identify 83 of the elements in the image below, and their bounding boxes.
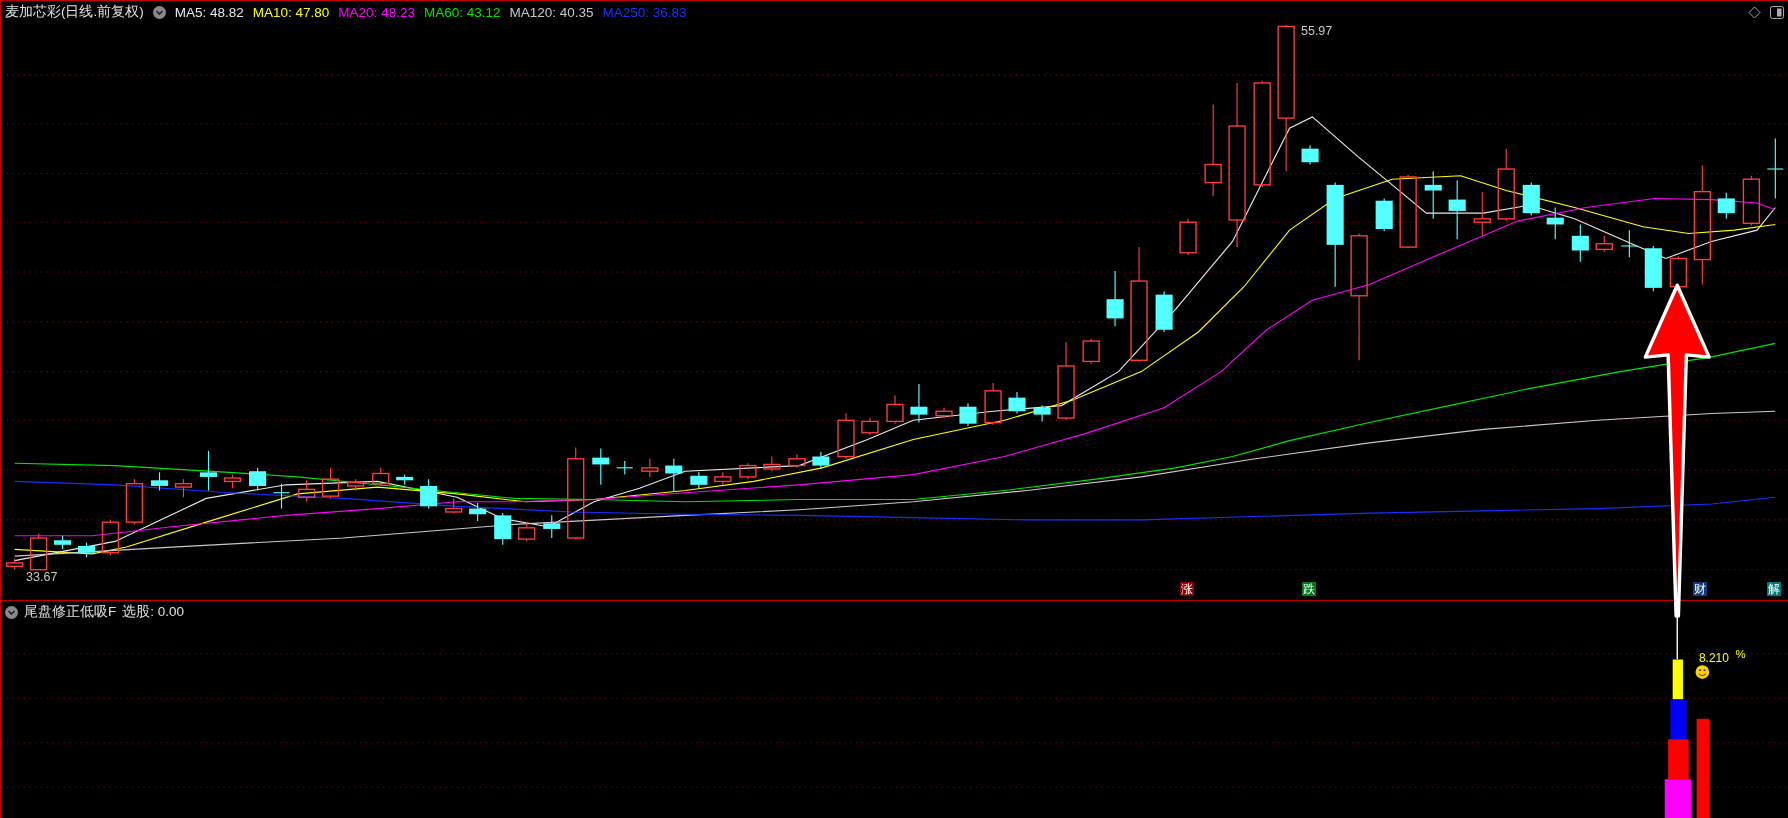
candlestick — [616, 460, 634, 476]
indicator-reading: 选股: 0.00 — [122, 603, 185, 621]
candlestick — [223, 474, 242, 489]
candlestick — [812, 451, 830, 470]
moving-average-value: MA250: 36.83 — [602, 4, 687, 20]
candlestick — [935, 407, 953, 419]
candlestick — [77, 541, 96, 558]
candlestick — [150, 471, 169, 492]
candlestick — [788, 453, 806, 469]
candlestick — [959, 402, 977, 427]
candlestick — [396, 474, 414, 486]
candlestick — [1620, 229, 1638, 258]
candlestick — [714, 471, 732, 486]
candlestick — [665, 458, 683, 493]
candlestick — [372, 467, 390, 487]
candlestick — [101, 519, 120, 556]
candlestick — [1448, 179, 1466, 240]
candlestick — [346, 478, 365, 492]
candlestick — [1717, 192, 1735, 220]
candlestick — [1546, 206, 1564, 240]
candlestick — [1522, 182, 1540, 216]
event-marker[interactable]: 财 — [1693, 582, 1708, 596]
candlestick — [1644, 245, 1662, 292]
candlestick — [297, 479, 316, 503]
event-marker[interactable]: 涨 — [1179, 582, 1194, 596]
diamond-icon[interactable] — [1748, 5, 1761, 19]
candlestick — [54, 535, 72, 550]
candlestick — [29, 532, 48, 571]
candlestick — [543, 514, 561, 539]
candlestick — [1106, 270, 1124, 327]
candlestick — [1669, 255, 1688, 290]
candlestick — [641, 458, 659, 478]
chart-title: 麦加芯彩(日线.前复权) — [5, 3, 144, 21]
indicator-name: 尾盘修正低吸F — [24, 603, 117, 621]
candlestick — [1571, 223, 1589, 263]
candlestick — [1595, 235, 1613, 253]
candlestick — [1179, 218, 1197, 256]
candlestick — [518, 521, 536, 542]
high-price-label: 55.97 — [1300, 24, 1333, 39]
candlestick — [1424, 170, 1442, 220]
candlestick — [1742, 175, 1761, 227]
candlestick — [249, 467, 267, 492]
candlestick — [1301, 144, 1319, 166]
candlestick — [6, 557, 24, 571]
candlestick — [174, 478, 193, 498]
event-marker[interactable]: 解 — [1767, 582, 1782, 596]
moving-average-value: MA60: 43.12 — [423, 4, 501, 20]
candlestick — [125, 478, 144, 525]
smiley-icon — [1695, 665, 1710, 679]
candlestick — [910, 383, 928, 424]
candlestick — [420, 478, 438, 510]
candlestick — [469, 502, 487, 522]
candlestick — [1766, 137, 1784, 199]
candlestick — [445, 497, 463, 514]
dropdown-icon[interactable] — [152, 5, 166, 19]
moving-average-value: MA20: 48.23 — [338, 4, 415, 20]
panel-toggle-icon[interactable] — [1770, 5, 1784, 19]
candlestick — [861, 417, 879, 436]
candlestick — [592, 448, 610, 486]
indicator-value: 8.210 — [1698, 650, 1729, 665]
candlestick — [272, 483, 291, 510]
candlestick — [1082, 338, 1100, 365]
event-marker[interactable]: 跌 — [1301, 582, 1316, 596]
candlestick — [763, 455, 781, 472]
moving-average-value: MA5: 48.82 — [174, 4, 244, 20]
candlestick — [1008, 391, 1026, 415]
candlestick — [1033, 405, 1051, 422]
candlestick — [739, 462, 757, 480]
moving-average-value: MA120: 40.35 — [509, 4, 594, 20]
moving-average-value: MA10: 47.80 — [252, 4, 330, 20]
candlestick — [321, 467, 340, 499]
dropdown-icon[interactable] — [5, 605, 18, 619]
candlestick — [200, 450, 218, 492]
candlestick — [837, 412, 855, 460]
candlestick — [1375, 197, 1393, 232]
candlestick — [984, 382, 1002, 426]
low-price-label: 33.67 — [26, 570, 58, 584]
percent-sign: % — [1735, 648, 1746, 661]
candlestick — [886, 394, 904, 425]
candlestick — [1473, 191, 1491, 237]
candlestick — [494, 512, 512, 546]
candlestick — [1155, 290, 1173, 333]
candlestick — [690, 471, 708, 489]
